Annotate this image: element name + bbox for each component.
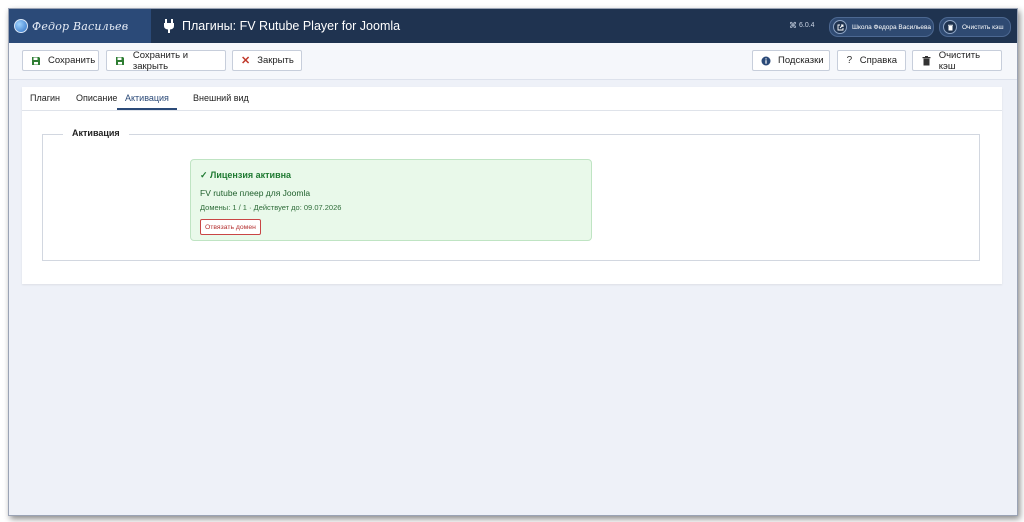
save-icon xyxy=(31,55,41,67)
save-and-close-label: Сохранить и закрыть xyxy=(132,49,189,72)
external-link-icon xyxy=(833,20,847,34)
tab-plugin[interactable]: Плагин xyxy=(30,87,60,109)
clear-cache-button[interactable]: Очистить кэш xyxy=(912,49,1002,72)
trash-icon xyxy=(943,20,957,34)
info-icon xyxy=(761,55,771,67)
save-icon xyxy=(115,55,126,67)
close-icon: ✕ xyxy=(241,55,251,67)
unbind-domain-button[interactable]: Отвязать домен xyxy=(200,219,261,235)
hints-button[interactable]: Подсказки xyxy=(752,50,830,71)
header-clear-cache-button[interactable]: Очистить кэш xyxy=(939,17,1011,37)
logo[interactable]: Федор Васильев xyxy=(9,9,151,43)
save-button[interactable]: Сохранить xyxy=(22,50,99,71)
fieldset-legend: Активация xyxy=(63,128,129,138)
tab-appearance[interactable]: Внешний вид xyxy=(193,87,249,109)
toolbar: Сохранить Сохранить и закрыть ✕ Закрыть … xyxy=(9,43,1017,80)
question-icon: ? xyxy=(846,55,853,66)
activation-fieldset: Активация ✓ Лицензия активна FV rutube п… xyxy=(42,128,980,261)
page-title-text: Плагины: FV Rutube Player for Joomla xyxy=(182,19,401,33)
help-button[interactable]: ? Справка xyxy=(837,50,906,71)
trash-icon xyxy=(921,55,932,67)
version-text: 6.0.4 xyxy=(799,22,815,29)
joomla-version: ⌘ 6.0.4 xyxy=(789,21,815,30)
close-label: Закрыть xyxy=(257,55,294,66)
license-product: FV rutube плеер для Joomla xyxy=(200,188,311,198)
save-and-close-button[interactable]: Сохранить и закрыть xyxy=(106,49,226,72)
license-meta: Домены: 1 / 1 · Действует до: 09.07.2026 xyxy=(200,203,342,212)
globe-icon xyxy=(14,19,28,33)
visit-site-label: Школа Федора Васильева xyxy=(852,23,932,31)
header-clear-cache-label: Очистить кэш xyxy=(962,23,1004,31)
header-bar: Федор Васильев Плагины: FV Rutube Player… xyxy=(9,9,1017,43)
tab-bar: Плагин Описание Активация Внешний вид xyxy=(22,87,1002,111)
clear-cache-label: Очистить кэш xyxy=(938,49,981,72)
license-status: ✓ Лицензия активна xyxy=(200,170,292,180)
close-button[interactable]: ✕ Закрыть xyxy=(232,50,302,71)
tab-activation[interactable]: Активация xyxy=(117,87,177,110)
plug-icon xyxy=(164,19,174,33)
help-label: Справка xyxy=(859,55,897,66)
hints-label: Подсказки xyxy=(778,55,824,66)
app-window: Федор Васильев Плагины: FV Rutube Player… xyxy=(8,8,1018,516)
save-label: Сохранить xyxy=(48,55,96,66)
joomla-icon: ⌘ xyxy=(789,21,797,30)
page-title: Плагины: FV Rutube Player for Joomla xyxy=(163,9,400,43)
license-status-box: ✓ Лицензия активна FV rutube плеер для J… xyxy=(190,159,592,241)
visit-site-button[interactable]: Школа Федора Васильева xyxy=(829,17,934,37)
tab-description[interactable]: Описание xyxy=(76,87,117,109)
content-card: Плагин Описание Активация Внешний вид Ак… xyxy=(22,87,1002,284)
logo-text: Федор Васильев xyxy=(32,19,129,33)
